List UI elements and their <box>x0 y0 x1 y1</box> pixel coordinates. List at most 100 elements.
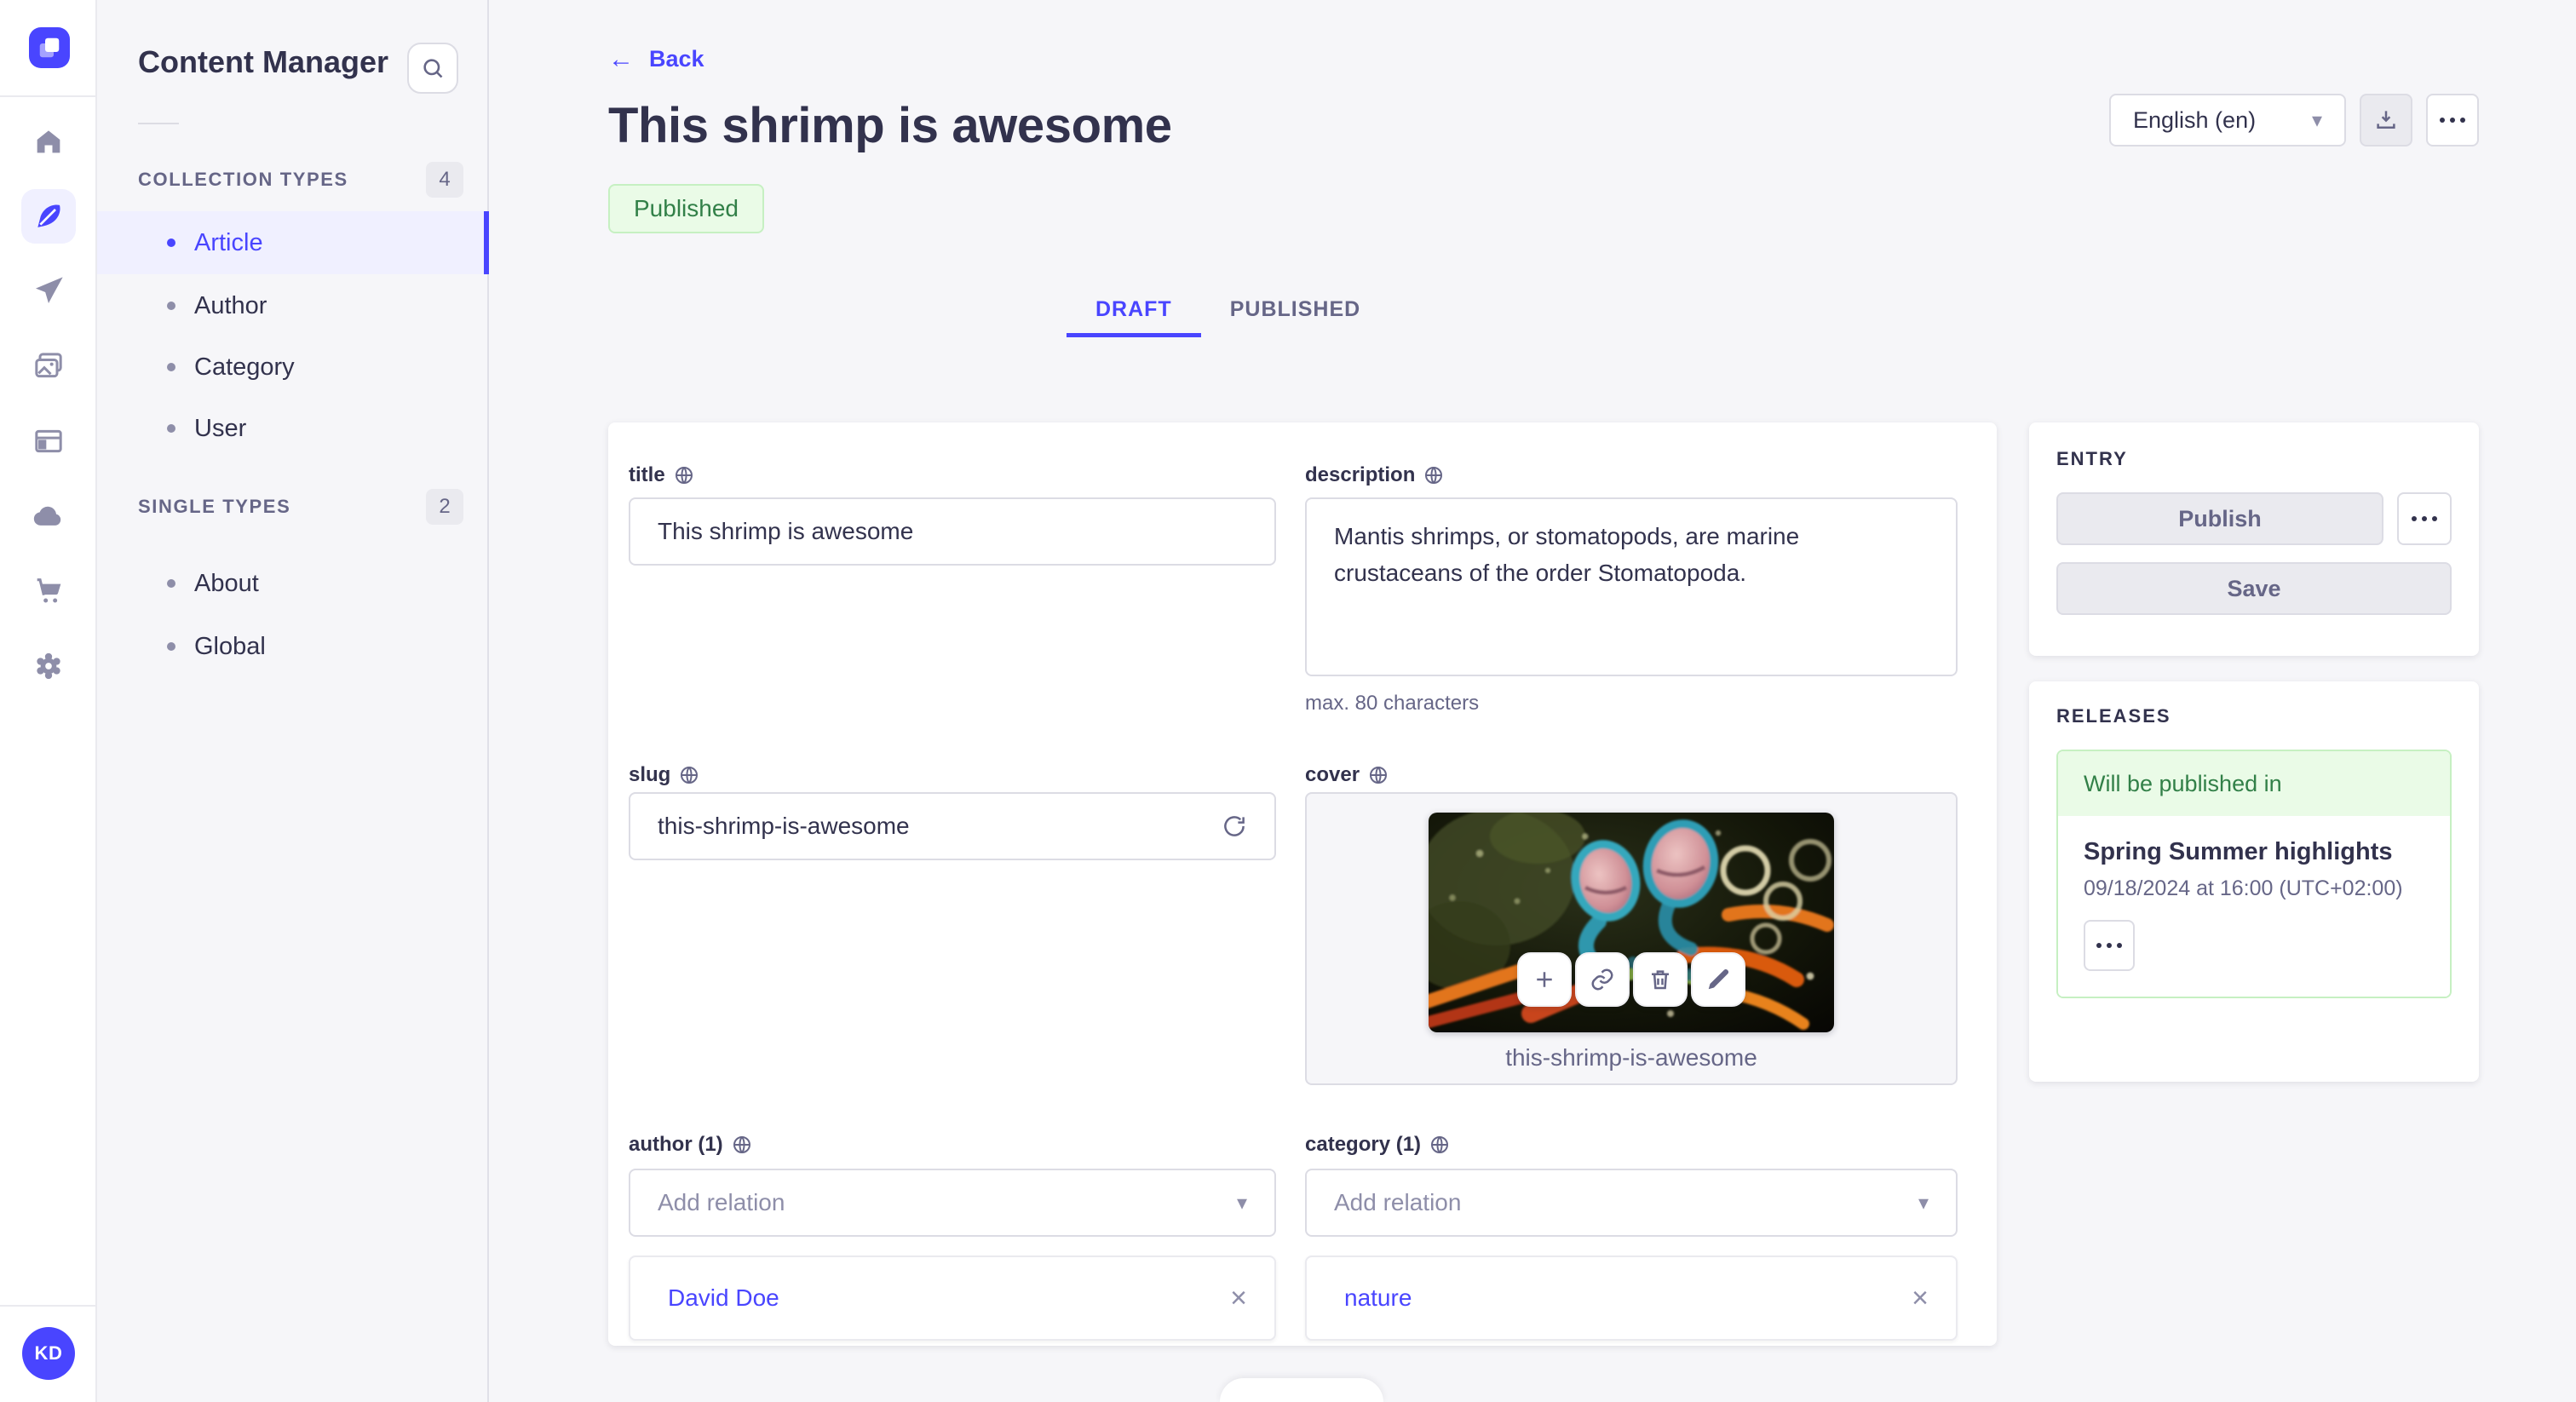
globe-icon <box>1431 1136 1449 1153</box>
title-input[interactable]: This shrimp is awesome <box>629 497 1276 566</box>
slug-field-wrap: this-shrimp-is-awesome <box>629 792 1276 860</box>
strapi-logo[interactable] <box>29 27 70 68</box>
feather-icon <box>37 204 60 227</box>
sidebar-item-author[interactable]: Author <box>97 274 489 337</box>
cover-field-label-row: cover <box>1305 763 1958 787</box>
sidebar-item-article[interactable]: Article <box>97 211 489 274</box>
more-actions-button[interactable] <box>2426 94 2479 147</box>
avatar[interactable]: KD <box>22 1327 75 1380</box>
slug-field-label-row: slug <box>629 763 1276 787</box>
search-button[interactable] <box>407 43 458 94</box>
sidebar-item-home[interactable] <box>21 114 76 169</box>
slug-input[interactable]: this-shrimp-is-awesome <box>629 792 1276 860</box>
images-icon <box>35 353 62 378</box>
entry-publish-row: Publish <box>2056 492 2452 545</box>
nav-icons <box>0 114 97 693</box>
author-label: author (1) <box>629 1133 1276 1157</box>
title-label-text: title <box>629 463 665 486</box>
category-label: category (1) <box>1305 1133 1958 1157</box>
copy-link-button[interactable] <box>1575 952 1630 1007</box>
author-label-text: author (1) <box>629 1133 723 1156</box>
description-field-wrap: Mantis shrimps, or stomatopods, are mari… <box>1305 497 1958 715</box>
sidebar-item-settings[interactable] <box>21 639 76 693</box>
description-textarea[interactable]: Mantis shrimps, or stomatopods, are mari… <box>1305 497 1958 676</box>
category-relation-link[interactable]: nature <box>1344 1284 1412 1312</box>
releases-panel-title: RELEASES <box>2056 705 2171 727</box>
sidebar-item-label: About <box>194 569 259 597</box>
publish-button[interactable]: Publish <box>2056 492 2383 545</box>
sidebar-item-category[interactable]: Category <box>97 336 489 399</box>
save-button[interactable]: Save <box>2056 562 2452 615</box>
author-relation-item: David Doe × <box>629 1255 1276 1341</box>
strapi-app: KD Content Manager COLLECTION TYPES 4 Ar… <box>0 0 2576 1402</box>
description-label-text: description <box>1305 463 1416 486</box>
content-manager-sidebar: Content Manager COLLECTION TYPES 4 Artic… <box>97 0 489 1402</box>
sidebar-item-user[interactable]: User <box>97 397 489 460</box>
collapsed-panel-pill[interactable] <box>1220 1378 1383 1402</box>
export-button[interactable] <box>2360 94 2412 147</box>
chevron-down-icon: ▾ <box>1236 1191 1247 1215</box>
sidebar-item-media-library[interactable] <box>21 339 76 394</box>
locale-value: English (en) <box>2133 106 2257 133</box>
remove-relation-icon[interactable]: × <box>1230 1284 1247 1313</box>
sidebar-item-label: User <box>194 414 247 442</box>
entry-panel: ENTRY Publish Save <box>2029 422 2479 656</box>
author-relation-link[interactable]: David Doe <box>668 1284 779 1312</box>
bullet-icon <box>167 238 175 247</box>
remove-relation-icon[interactable]: × <box>1912 1284 1929 1313</box>
back-link[interactable]: ← Back <box>608 46 704 72</box>
sidebar-item-label: Author <box>194 291 267 319</box>
edit-asset-button[interactable] <box>1691 952 1745 1007</box>
author-placeholder: Add relation <box>658 1189 785 1215</box>
single-types-header: SINGLE TYPES 2 <box>138 489 463 525</box>
category-relation-item: nature × <box>1305 1255 1958 1341</box>
ellipsis-icon <box>2096 943 2122 948</box>
slug-label-text: slug <box>629 763 671 786</box>
slug-label: slug <box>629 763 1276 787</box>
category-placeholder: Add relation <box>1334 1189 1462 1215</box>
title-field-label-row: title <box>629 463 1276 487</box>
locale-select[interactable]: English (en) ▾ <box>2109 94 2346 147</box>
sidebar-item-about[interactable]: About <box>97 552 489 615</box>
bullet-icon <box>167 579 175 588</box>
cover-asset-card: this-shrimp-is-awesome <box>1305 792 1958 1085</box>
description-label: description <box>1305 463 1958 487</box>
globe-icon <box>1370 767 1388 784</box>
release-status: Will be published in <box>2058 751 2450 816</box>
status-badge: Published <box>608 184 764 233</box>
entry-more-button[interactable] <box>2397 492 2452 545</box>
sidebar-item-cloud[interactable] <box>21 489 76 543</box>
globe-icon <box>681 767 699 784</box>
bullet-icon <box>167 363 175 371</box>
title-field-wrap: This shrimp is awesome <box>629 497 1276 566</box>
chevron-down-icon: ▾ <box>1918 1191 1929 1215</box>
bullet-icon <box>167 642 175 651</box>
home-icon <box>37 130 60 153</box>
sidebar-item-marketplace[interactable] <box>21 414 76 468</box>
sidebar-item-label: Article <box>194 228 263 256</box>
tab-published[interactable]: PUBLISHED <box>1201 286 1389 337</box>
globe-icon <box>1425 467 1443 484</box>
subnav-title: Content Manager <box>138 44 389 79</box>
cloud-icon <box>33 506 61 526</box>
download-icon <box>2377 111 2395 129</box>
collection-types-count-badge: 4 <box>426 162 463 198</box>
tab-draft[interactable]: DRAFT <box>1067 286 1201 337</box>
delete-asset-button[interactable] <box>1633 952 1688 1007</box>
trash-icon <box>1652 970 1669 990</box>
nav-divider <box>0 95 97 97</box>
regenerate-icon[interactable] <box>1222 813 1247 839</box>
sidebar-item-label: Global <box>194 632 266 660</box>
slug-input-value: this-shrimp-is-awesome <box>658 813 910 839</box>
sidebar-item-global[interactable]: Global <box>97 615 489 678</box>
sidebar-item-purchases[interactable] <box>21 564 76 618</box>
release-more-button[interactable] <box>2084 920 2135 971</box>
sidebar-item-releases[interactable] <box>21 264 76 319</box>
sidebar-item-content-manager[interactable] <box>21 189 76 244</box>
author-add-relation-select[interactable]: Add relation ▾ <box>629 1169 1276 1237</box>
version-tabs: DRAFT PUBLISHED <box>1067 286 1389 337</box>
add-asset-button[interactable] <box>1517 952 1572 1007</box>
cover-filename: this-shrimp-is-awesome <box>1505 1044 1757 1071</box>
category-add-relation-select[interactable]: Add relation ▾ <box>1305 1169 1958 1237</box>
author-relation-wrap: Add relation ▾ David Doe × <box>629 1169 1276 1341</box>
